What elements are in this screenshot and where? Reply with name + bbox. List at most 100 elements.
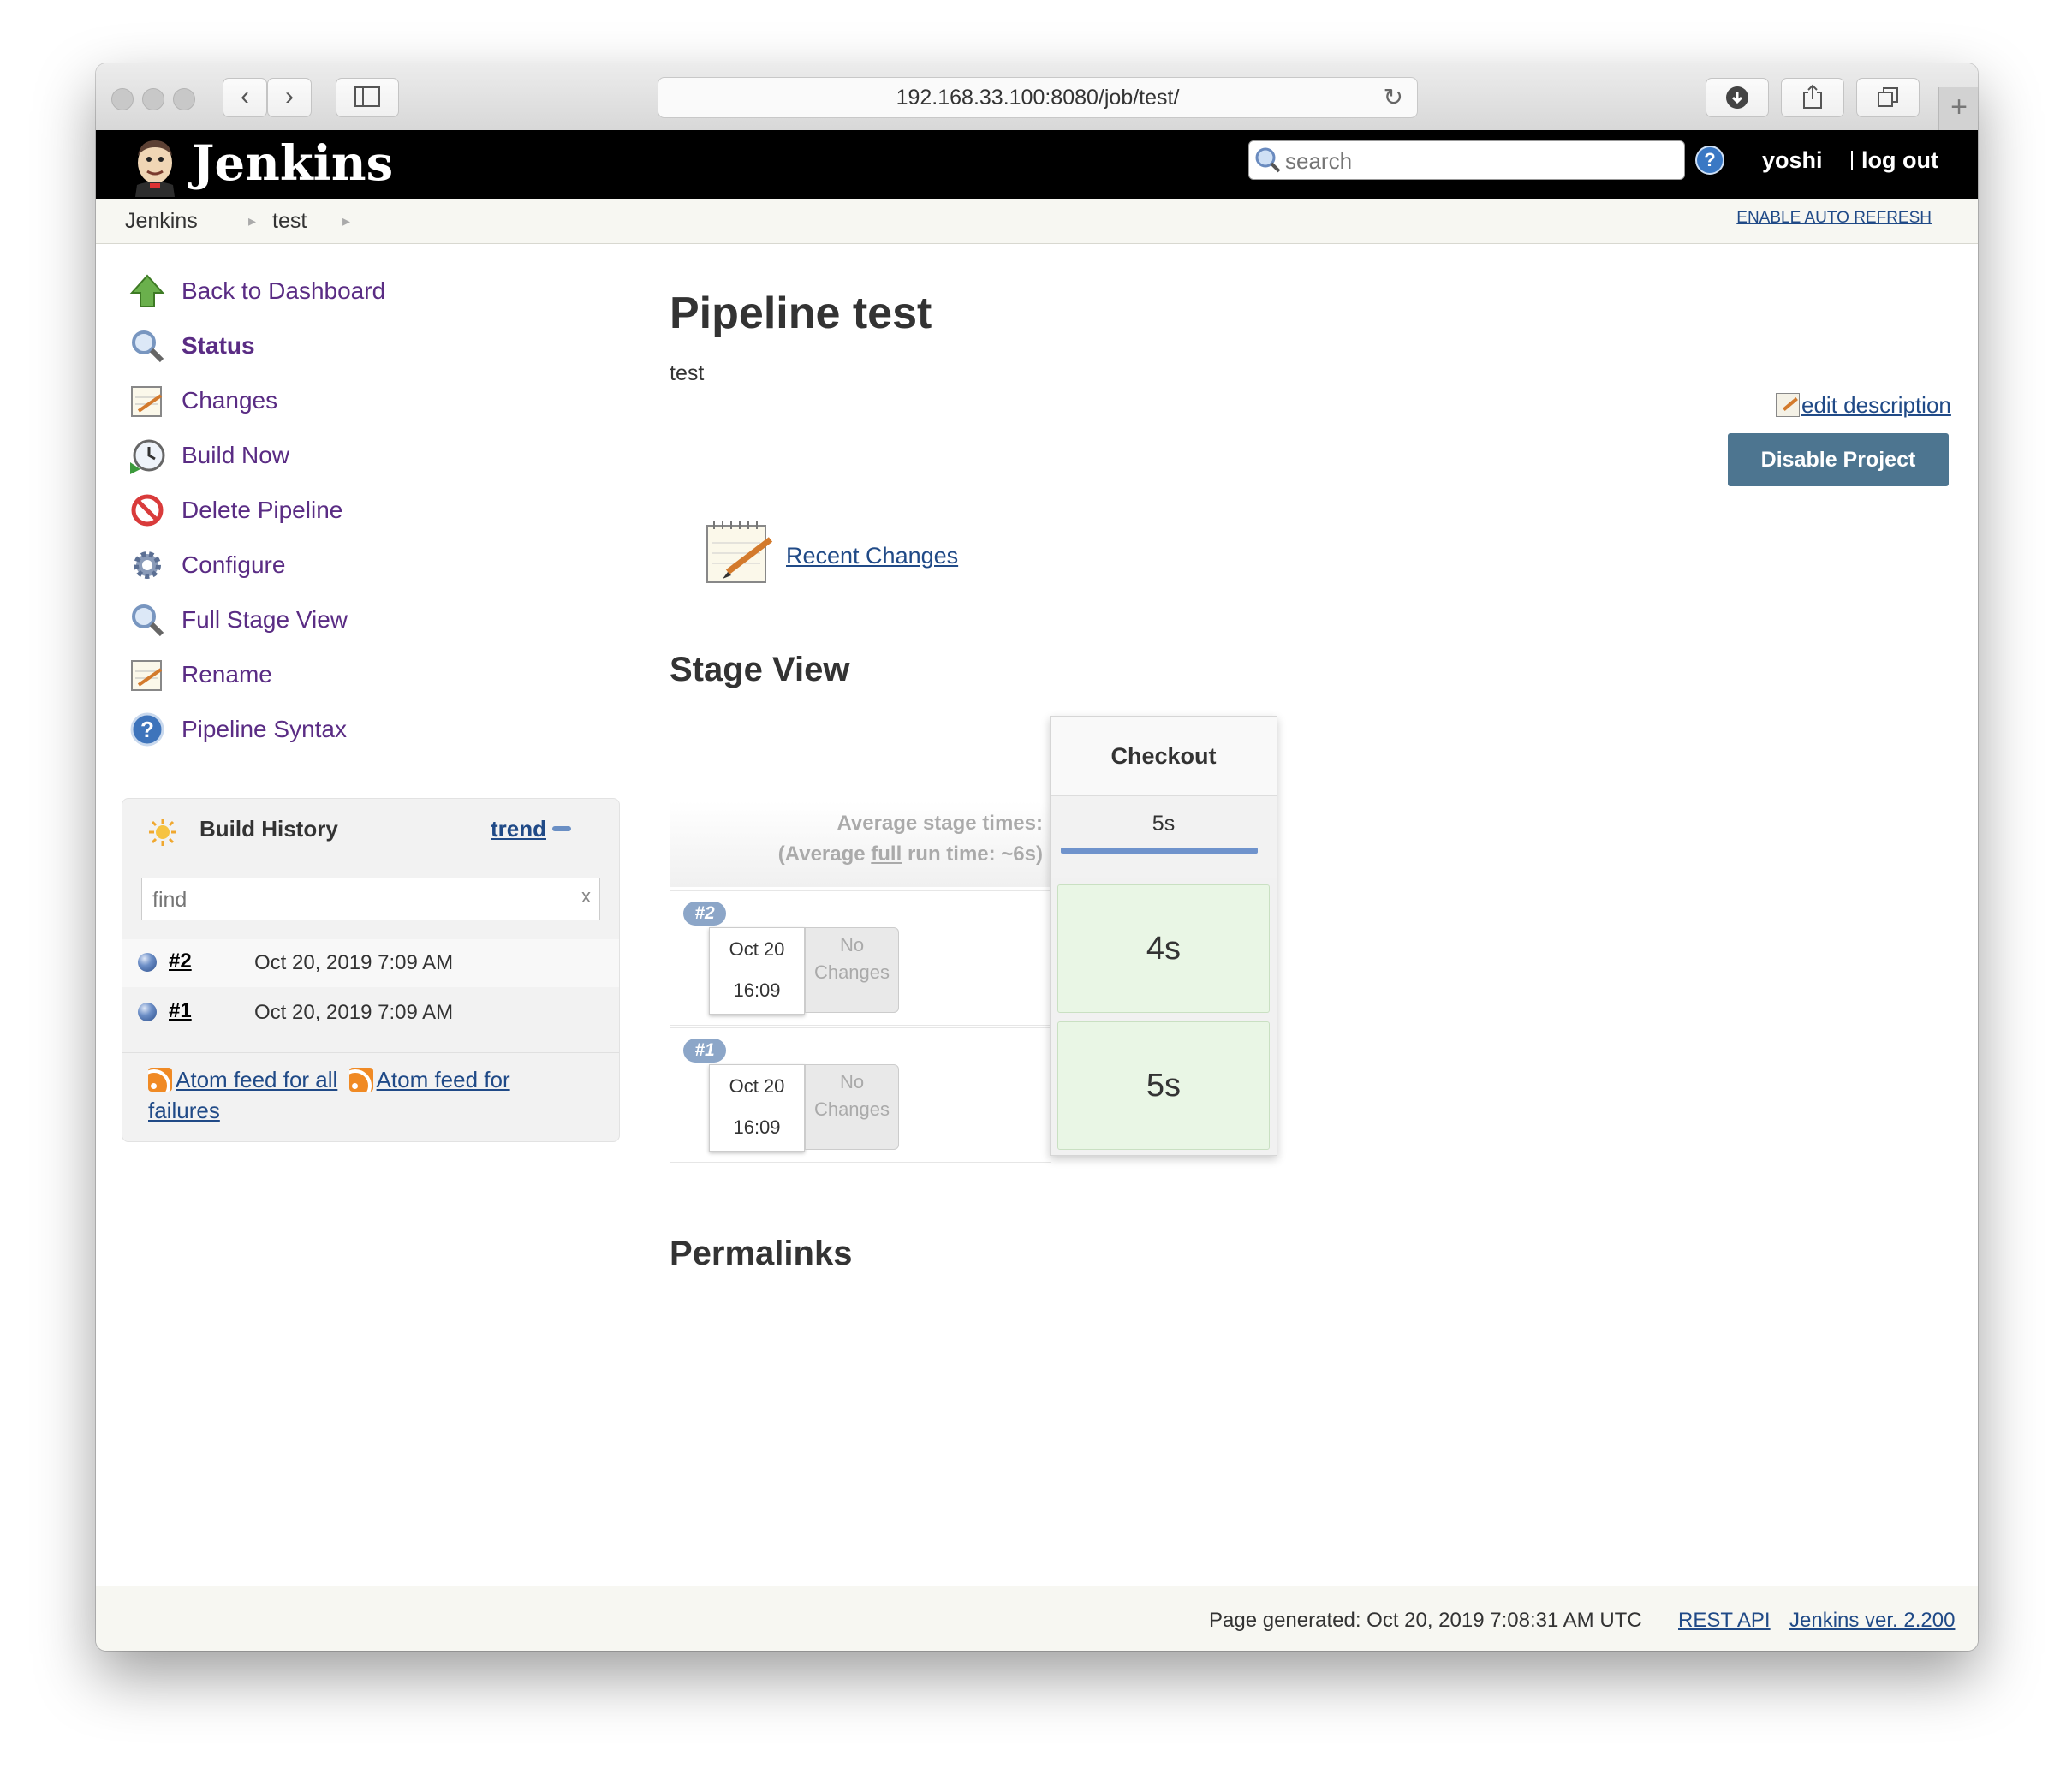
build-date-link[interactable]: Oct 20, 2019 7:09 AM (254, 951, 453, 975)
collapse-icon[interactable] (552, 826, 571, 831)
breadcrumb-jenkins[interactable]: Jenkins (125, 209, 198, 234)
stage-cell-success[interactable]: 5s (1057, 1021, 1270, 1150)
build-status-ball-icon (138, 1003, 157, 1021)
search-input[interactable] (1283, 141, 1681, 181)
page-generated-text: Page generated: Oct 20, 2019 7:08:31 AM … (1209, 1609, 1642, 1632)
jenkins-butler-logo[interactable] (125, 134, 185, 197)
run-changes: No Changes (805, 1064, 899, 1150)
user-link[interactable]: yoshi (1762, 147, 1823, 174)
run-changes: No Changes (805, 927, 899, 1013)
forward-button[interactable]: › (267, 78, 312, 117)
logout-link[interactable]: log out (1851, 147, 1938, 174)
url-text: 192.168.33.100:8080/job/test/ (896, 86, 1180, 110)
clear-find-button[interactable]: x (581, 885, 591, 908)
run-time: 16:09 (733, 1116, 781, 1138)
new-tab-button[interactable]: + (1938, 87, 1978, 130)
stage-view-heading: Stage View (670, 651, 850, 688)
jenkins-version-link[interactable]: Jenkins ver. 2.200 (1789, 1609, 1955, 1633)
share-icon (1803, 84, 1822, 109)
avg-run-full-link[interactable]: full (871, 842, 902, 866)
run-time: 16:09 (733, 979, 781, 1001)
task-label: Full Stage View (182, 606, 348, 633)
build-row: #1 Oct 20, 2019 7:09 AM (122, 989, 619, 1037)
rest-api-link[interactable]: REST API (1678, 1609, 1771, 1633)
magnifier-icon (132, 330, 164, 363)
run-badge[interactable]: #2 (683, 902, 726, 926)
stage-average-time: 5s (1152, 812, 1176, 836)
sidebar-toggle-button[interactable] (336, 78, 399, 117)
task-label: Configure (182, 551, 286, 578)
stage-view-averages: Average stage times: (Average full run t… (670, 801, 1051, 887)
task-label: Delete Pipeline (182, 497, 343, 523)
reload-icon[interactable]: ↻ (1384, 78, 1403, 117)
stage-average: 5s (1051, 796, 1277, 878)
stage-run-row: #1 Oct 20 16:09 No Changes (670, 1027, 1051, 1163)
back-button[interactable]: ‹ (223, 78, 267, 117)
disable-project-button[interactable]: Disable Project (1728, 433, 1949, 486)
feeds-line: Atom feed for all Atom feed for (148, 1067, 510, 1093)
stage-cell-success[interactable]: 4s (1057, 884, 1270, 1013)
enable-auto-refresh-link[interactable]: ENABLE AUTO REFRESH (1736, 209, 1932, 228)
run-badge[interactable]: #1 (683, 1039, 726, 1063)
stage-average-bar (1061, 848, 1258, 854)
permalinks-heading: Permalinks (670, 1235, 853, 1272)
atom-feeds: Atom feed for all Atom feed for failures (122, 1052, 619, 1142)
jenkins-header: Jenkins ? yoshi log out (96, 130, 1978, 199)
magnifier-icon (132, 604, 164, 637)
task-label: Pipeline Syntax (182, 716, 348, 742)
zoom-window-button[interactable] (173, 88, 195, 110)
task-label: Build Now (182, 442, 290, 468)
downloads-button[interactable] (1706, 78, 1769, 117)
share-button[interactable] (1781, 78, 1844, 117)
breadcrumb-arrow-icon[interactable]: ▸ (248, 212, 256, 230)
page-title: Pipeline test (670, 289, 932, 338)
clock-icon (130, 439, 165, 474)
sun-icon (149, 819, 176, 846)
project-description: test (670, 361, 705, 385)
task-label: Back to Dashboard (182, 277, 386, 304)
tabs-overview-button[interactable] (1856, 78, 1920, 117)
tabs-icon (1878, 87, 1898, 107)
close-window-button[interactable] (111, 88, 134, 110)
trend-link[interactable]: trend (491, 816, 546, 842)
page-footer: Page generated: Oct 20, 2019 7:08:31 AM … (96, 1586, 1978, 1651)
atom-feed-failures-link-cont[interactable]: failures (148, 1098, 220, 1124)
build-history-panel: Build History trend x #2 Oct 20, 2019 7:… (122, 798, 620, 1142)
gear-icon (134, 551, 161, 579)
recent-changes-link[interactable]: Recent Changes (786, 543, 958, 569)
help-icon: ? (130, 712, 164, 747)
build-date-link[interactable]: Oct 20, 2019 7:09 AM (254, 1001, 453, 1025)
breadcrumb-arrow-icon[interactable]: ▸ (342, 212, 350, 230)
run-date: Oct 20 (729, 938, 785, 960)
plus-icon: + (1950, 91, 1968, 123)
avg-run-prefix: (Average (777, 842, 872, 866)
run-date-box: Oct 20 16:09 (709, 1064, 805, 1152)
build-find-box: x (141, 878, 600, 921)
edit-icon (1776, 393, 1800, 417)
search-box (1248, 140, 1685, 181)
task-label: Rename (182, 661, 272, 688)
edit-description-link[interactable]: edit description (1776, 392, 1951, 419)
rss-icon (148, 1068, 172, 1092)
run-date: Oct 20 (729, 1075, 785, 1097)
build-history-title: Build History (199, 816, 338, 842)
browser-toolbar: ‹ › 192.168.33.100:8080/job/test/ ↻ + (96, 63, 1978, 131)
address-bar[interactable]: 192.168.33.100:8080/job/test/ ↻ (658, 77, 1418, 118)
breadcrumb-test[interactable]: test (272, 209, 307, 234)
build-find-input[interactable] (151, 878, 565, 921)
browser-window: ‹ › 192.168.33.100:8080/job/test/ ↻ + Je… (96, 63, 1978, 1651)
build-number-link[interactable]: #2 (169, 950, 192, 973)
build-number-link[interactable]: #1 (169, 999, 192, 1023)
atom-feed-failures-link[interactable]: Atom feed for (377, 1067, 510, 1092)
average-stage-times-label: Average stage times: (837, 812, 1043, 835)
logout-separator-icon (1851, 151, 1853, 170)
minimize-window-button[interactable] (142, 88, 164, 110)
jenkins-brand[interactable]: Jenkins (192, 134, 393, 193)
stage-column-checkout: Checkout 5s 4s 5s (1050, 716, 1277, 1156)
run-date-box: Oct 20 16:09 (709, 927, 805, 1015)
up-arrow-icon (129, 274, 165, 307)
atom-feed-all-link[interactable]: Atom feed for all (176, 1067, 337, 1092)
task-label: Changes (182, 387, 278, 414)
search-icon (1255, 147, 1281, 173)
search-help-icon[interactable]: ? (1695, 146, 1724, 175)
